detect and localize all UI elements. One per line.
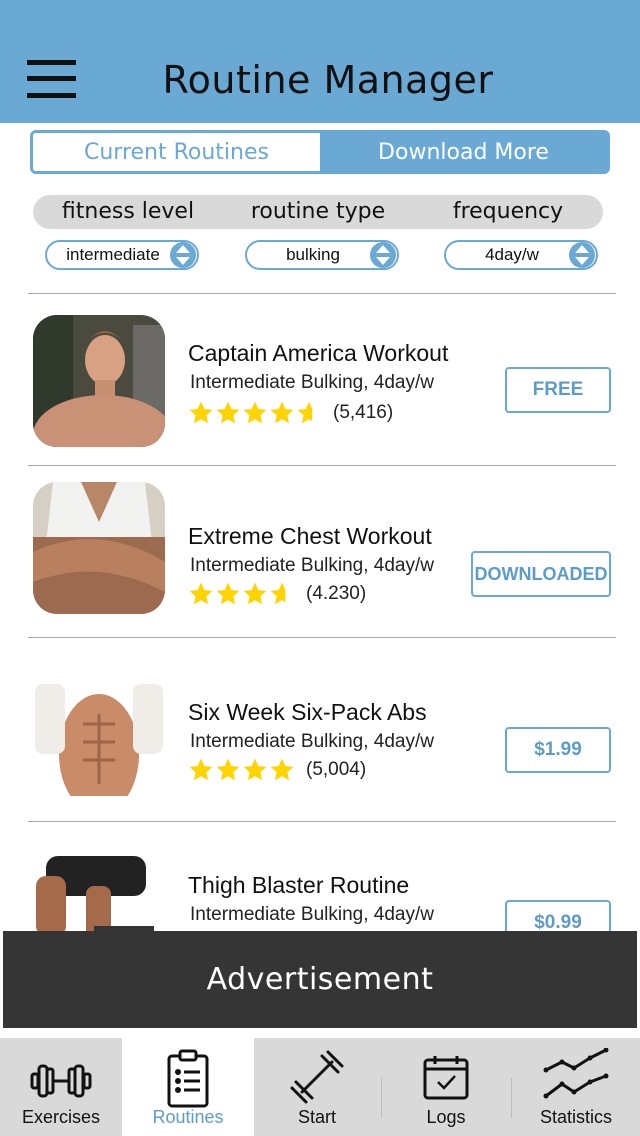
- rating-stars: (5,416): [188, 400, 393, 426]
- rating-count: (5,416): [333, 402, 394, 423]
- filter-header-bar: fitness level routine type frequency: [33, 195, 603, 229]
- header-bar: Routine Manager: [0, 0, 640, 123]
- star-icon: [270, 401, 294, 424]
- up-down-arrows-icon: [170, 242, 196, 268]
- routine-title: Captain America Workout: [188, 340, 449, 366]
- fitness-level-label: fitness level: [61, 199, 195, 224]
- fitness-level-value: intermediate: [66, 245, 160, 264]
- routine-thumbnail: [33, 482, 165, 614]
- star-icon: [189, 758, 213, 781]
- star-icon: [216, 758, 240, 781]
- tab-statistics[interactable]: Statistics: [512, 1038, 640, 1136]
- routine-thumbnail: [33, 664, 165, 796]
- barbell-icon: [290, 1050, 344, 1104]
- routine-title: Thigh Blaster Routine: [188, 872, 410, 898]
- routine-subtitle: Intermediate Bulking, 4day/w: [190, 731, 434, 752]
- star-icon: [243, 758, 267, 781]
- divider: [28, 293, 616, 294]
- list-item[interactable]: Extreme Chest Workout Intermediate Bulki…: [0, 466, 640, 616]
- routine-title: Extreme Chest Workout: [188, 523, 432, 549]
- routines-segmented-control: Current Routines Download More: [30, 130, 610, 174]
- advertisement-label: Advertisement: [206, 962, 434, 997]
- page-title: Routine Manager: [162, 58, 494, 102]
- star-icon: [216, 582, 240, 605]
- star-icon: [216, 401, 240, 424]
- up-down-arrows-icon: [569, 242, 595, 268]
- frequency-label: frequency: [452, 199, 564, 224]
- routine-subtitle: Intermediate Bulking, 4day/w: [190, 904, 434, 925]
- bottom-tab-bar: Exercises Routines Start Logs Statistics: [0, 1038, 640, 1136]
- tab-download-more[interactable]: Download More: [320, 133, 607, 171]
- tab-start[interactable]: Start: [254, 1038, 380, 1136]
- clipboard-list-icon: [167, 1049, 209, 1108]
- calendar-check-icon: [423, 1056, 469, 1100]
- star-icon: [243, 582, 267, 605]
- frequency-dropdown[interactable]: 4day/w: [444, 240, 598, 270]
- dumbbell-icon: [30, 1064, 92, 1098]
- fitness-level-dropdown[interactable]: intermediate: [45, 240, 199, 270]
- half-star-icon: [297, 401, 313, 424]
- up-down-arrows-icon: [370, 242, 396, 268]
- star-icon: [270, 758, 294, 781]
- half-star-icon: [270, 582, 286, 605]
- tab-routines[interactable]: Routines: [122, 1038, 254, 1136]
- list-item[interactable]: Six Week Six-Pack Abs Intermediate Bulki…: [0, 638, 640, 796]
- advertisement-banner[interactable]: Advertisement: [3, 931, 637, 1028]
- star-icon: [189, 582, 213, 605]
- routine-subtitle: Intermediate Bulking, 4day/w: [190, 555, 434, 576]
- routine-type-label: routine type: [250, 199, 386, 224]
- routine-thumbnail: [33, 315, 165, 447]
- tab-label: Logs: [426, 1107, 466, 1127]
- rating-stars: (5,004): [188, 757, 366, 783]
- line-chart-icon: [543, 1048, 609, 1099]
- rating-stars: (4.230): [188, 581, 366, 607]
- routine-type-value: bulking: [286, 245, 340, 264]
- tab-current-routines[interactable]: Current Routines: [33, 133, 320, 171]
- routine-title: Six Week Six-Pack Abs: [188, 699, 427, 725]
- price-button[interactable]: $1.99: [505, 727, 611, 773]
- tab-logs[interactable]: Logs: [382, 1038, 510, 1136]
- tab-label: Routines: [152, 1107, 224, 1127]
- tab-label: Statistics: [539, 1107, 613, 1127]
- frequency-value: 4day/w: [485, 245, 539, 264]
- tab-label: Start: [297, 1107, 336, 1127]
- free-button[interactable]: FREE: [505, 367, 611, 413]
- tab-label: Exercises: [21, 1107, 101, 1127]
- routine-subtitle: Intermediate Bulking, 4day/w: [190, 372, 434, 393]
- star-icon: [243, 401, 267, 424]
- list-item[interactable]: Captain America Workout Intermediate Bul…: [0, 300, 640, 450]
- routine-type-dropdown[interactable]: bulking: [245, 240, 399, 270]
- rating-count: (4.230): [306, 583, 367, 604]
- downloaded-button[interactable]: DOWNLOADED: [471, 551, 611, 597]
- tab-exercises[interactable]: Exercises: [0, 1038, 122, 1136]
- rating-count: (5,004): [306, 759, 367, 780]
- star-icon: [189, 401, 213, 424]
